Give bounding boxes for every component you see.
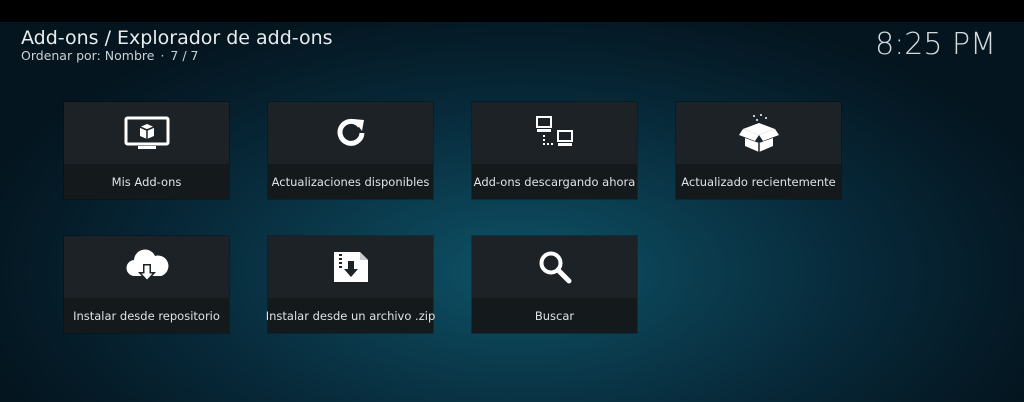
tv-box-icon [64,102,229,164]
sort-info: Ordenar por: Nombre · 7 / 7 [21,48,199,64]
tile-actualizado[interactable]: Actualizado recientemente [676,102,841,199]
tile-label: Actualizaciones disponibles [271,174,430,189]
tile-label-area: Buscar [472,298,637,333]
zip-file-icon [268,236,433,298]
tile-label-area: Add-ons descargando ahora [472,164,637,199]
separator-dot: · [160,48,165,63]
tile-label: Instalar desde un archivo .zip [265,308,436,323]
tile-buscar[interactable]: Buscar [472,236,637,333]
tile-label-area: Instalar desde un archivo .zip [265,298,436,333]
tile-actualizaciones[interactable]: Actualizaciones disponibles [268,102,433,199]
tile-label: Mis Add-ons [111,174,182,189]
kodi-addon-browser-screen: Add-ons / Explorador de add-ons Ordenar … [0,0,1024,402]
tile-label-area: Actualizaciones disponibles [268,164,433,199]
tile-label: Instalar desde repositorio [73,308,220,323]
network-download-icon [472,102,637,164]
tile-descargando[interactable]: Add-ons descargando ahora [472,102,637,199]
search-icon [472,236,637,298]
tile-label-area: Instalar desde repositorio [64,298,229,333]
open-box-icon [676,102,841,164]
tile-label-area: Actualizado recientemente [676,164,841,199]
tile-label: Add-ons descargando ahora [473,174,636,189]
item-count: 7 / 7 [170,48,199,63]
tile-label: Buscar [534,308,575,323]
clock: 8:25 PM [875,27,996,62]
tile-label-area: Mis Add-ons [64,164,229,199]
tile-instalar-repositorio[interactable]: Instalar desde repositorio [64,236,229,333]
background [0,22,1024,402]
tile-label: Actualizado recientemente [681,174,836,189]
page-title: Add-ons / Explorador de add-ons [21,27,333,49]
tile-mis-addons[interactable]: Mis Add-ons [64,102,229,199]
cloud-download-icon [64,236,229,298]
sort-label[interactable]: Ordenar por: Nombre [21,48,154,63]
refresh-icon [268,102,433,164]
tile-instalar-zip[interactable]: Instalar desde un archivo .zip [265,236,436,333]
